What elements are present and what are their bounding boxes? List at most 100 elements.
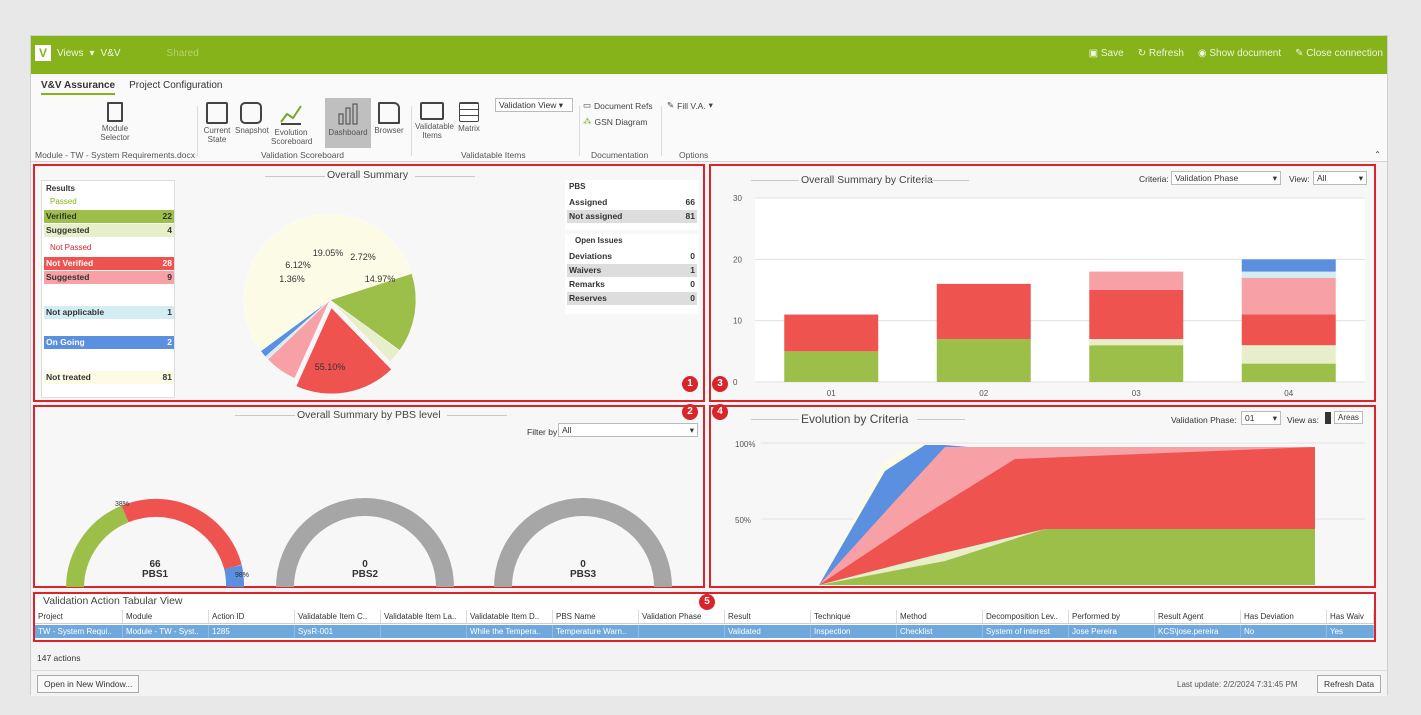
items-group-label: Validatable Items [461, 150, 526, 160]
table-cell [381, 625, 467, 638]
line-chart-icon [280, 105, 302, 125]
app-logo: V [35, 45, 51, 61]
bar-segment [784, 351, 879, 382]
collapse-ribbon-icon[interactable]: ⌃ [1374, 150, 1381, 159]
snapshot-button[interactable]: Snapshot [235, 102, 269, 135]
shared-button[interactable]: Shared [167, 48, 199, 59]
column-header[interactable]: Validation Phase [639, 610, 725, 623]
pbs-row: Assigned 66 [569, 197, 695, 207]
tab-project-configuration[interactable]: Project Configuration [129, 80, 222, 95]
column-header[interactable]: Action ID [209, 610, 295, 623]
column-header[interactable]: Validatable Item D.. [467, 610, 553, 623]
table-row[interactable]: TW - System Requi.. Module - TW - Syst.. 1… [35, 625, 1374, 638]
callout-badge: 5 [699, 594, 715, 610]
column-header[interactable]: Result Agent [1155, 610, 1241, 623]
bar-segment [936, 283, 1031, 340]
table-cell: KCS\jose.pereira [1155, 625, 1241, 638]
toggle-switch[interactable] [1325, 412, 1331, 424]
document-icon [107, 102, 123, 122]
legend-row[interactable]: Suggested 4 [44, 224, 174, 237]
x-tick-label: 02 [979, 389, 988, 398]
column-header[interactable]: Decomposition Lev.. [983, 610, 1069, 623]
matrix-button[interactable]: Matrix [455, 102, 483, 133]
view-select[interactable]: All ▾ [1313, 171, 1367, 185]
criteria-label: Criteria: [1139, 174, 1169, 184]
validation-view-select[interactable]: Validation View ▾ [495, 98, 573, 112]
folder-icon [378, 102, 400, 124]
current-state-button[interactable]: Current State [201, 102, 233, 144]
column-header[interactable]: Method [897, 610, 983, 623]
column-header[interactable]: Has Waiv [1327, 610, 1374, 623]
x-tick-label: 04 [1284, 389, 1293, 398]
issue-row: Deviations 0 [569, 251, 695, 261]
callout-badge: 2 [682, 404, 698, 420]
legend-row[interactable]: Suggested 9 [44, 271, 174, 284]
chevron-down-icon: ▾ [1272, 413, 1277, 423]
bar-segment [1241, 314, 1336, 346]
module-selector-button[interactable]: Module Selector [91, 102, 139, 142]
bar-segment [1241, 363, 1336, 382]
show-document-button[interactable]: ◉ Show document [1198, 48, 1281, 59]
legend-row[interactable]: Not treated 81 [44, 371, 174, 384]
gauge-percent-label: 38% [115, 501, 130, 508]
save-button[interactable]: ▣ Save [1089, 48, 1124, 59]
criteria-bar-chart: 0 10 20 30 01 02 03 04 [733, 194, 1365, 398]
diagram-icon: ⁂ [583, 116, 592, 126]
pie-label: 55.10% [315, 362, 346, 372]
close-connection-button[interactable]: ✎ Close connection [1295, 48, 1383, 59]
issue-row: Remarks 0 [569, 279, 695, 289]
documentation-group-label: Documentation [591, 150, 649, 160]
views-menu[interactable]: Views [57, 48, 84, 59]
panel-title: Overall Summary by Criteria [801, 174, 933, 186]
column-header[interactable]: Project [35, 610, 123, 623]
refresh-button[interactable]: ↻ Refresh [1138, 48, 1184, 59]
bar-segment [1241, 271, 1336, 278]
dashboard-button[interactable]: Dashboard [325, 98, 371, 148]
context-label: V&V [100, 47, 121, 59]
footer: Open in New Window... Last update: 2/2/2… [31, 670, 1387, 696]
document-icon: ▭ [583, 100, 592, 110]
table-cell [639, 625, 725, 638]
criteria-select[interactable]: Validation Phase ▾ [1171, 171, 1281, 185]
fill-va-button[interactable]: ✎ Fill V.A. ▾ [667, 100, 713, 111]
filter-select[interactable]: All ▾ [558, 423, 698, 437]
ribbon: V&V Assurance Project Configuration Modu… [31, 74, 1387, 162]
table-cell: While the Tempera.. [467, 625, 553, 638]
y-tick-label: 0 [733, 378, 738, 387]
legend-row[interactable]: Not Verified 28 [44, 257, 174, 270]
tab-vv-assurance[interactable]: V&V Assurance [41, 80, 116, 95]
column-header[interactable]: Result [725, 610, 811, 623]
legend-row[interactable]: On Going 2 [44, 336, 174, 349]
app-window: V Views ▾ V&V Shared ▣ Save ↻ Refresh ◉ … [30, 35, 1388, 696]
legend-row[interactable]: Not applicable 1 [44, 306, 174, 319]
column-header[interactable]: Performed by [1069, 610, 1155, 623]
bar-segment [1241, 277, 1336, 315]
browser-button[interactable]: Browser [373, 102, 405, 135]
callout-badge: 4 [712, 404, 728, 420]
issue-row: Reserves 0 [567, 292, 697, 305]
evolution-scoreboard-button[interactable]: Evolution Scoreboard [271, 102, 312, 146]
action-count: 147 actions [37, 653, 81, 663]
chevron-down-icon: ▾ [1358, 173, 1363, 183]
column-header[interactable]: Validatable Item La.. [381, 610, 467, 623]
issue-row: Waivers 1 [567, 264, 697, 277]
table-cell: Jose Pereira [1069, 625, 1155, 638]
refresh-data-button[interactable]: Refresh Data [1317, 675, 1382, 693]
x-tick-label: 01 [827, 389, 836, 398]
open-new-window-button[interactable]: Open in New Window... [37, 675, 140, 693]
table-cell: TW - System Requi.. [35, 625, 123, 638]
phase-select[interactable]: 01 ▾ [1241, 411, 1281, 425]
viewas-select[interactable]: Areas [1334, 411, 1363, 424]
legend-row[interactable]: Verified 22 [44, 210, 174, 223]
results-legend: Results Passed Verified 22 Suggested 4 Not… [41, 180, 175, 398]
column-header[interactable]: PBS Name [553, 610, 639, 623]
column-header[interactable]: Module [123, 610, 209, 623]
column-header[interactable]: Has Deviation [1241, 610, 1327, 623]
title-bar: V Views ▾ V&V Shared ▣ Save ↻ Refresh ◉ … [31, 36, 1387, 74]
column-header[interactable]: Technique [811, 610, 897, 623]
results-header: Results [46, 184, 75, 193]
validatable-items-button[interactable]: Validatable Items [415, 102, 454, 140]
document-refs-button[interactable]: ▭ Document Refs [583, 100, 653, 111]
gsn-diagram-button[interactable]: ⁂ GSN Diagram [583, 116, 647, 127]
column-header[interactable]: Validatable Item C.. [295, 610, 381, 623]
